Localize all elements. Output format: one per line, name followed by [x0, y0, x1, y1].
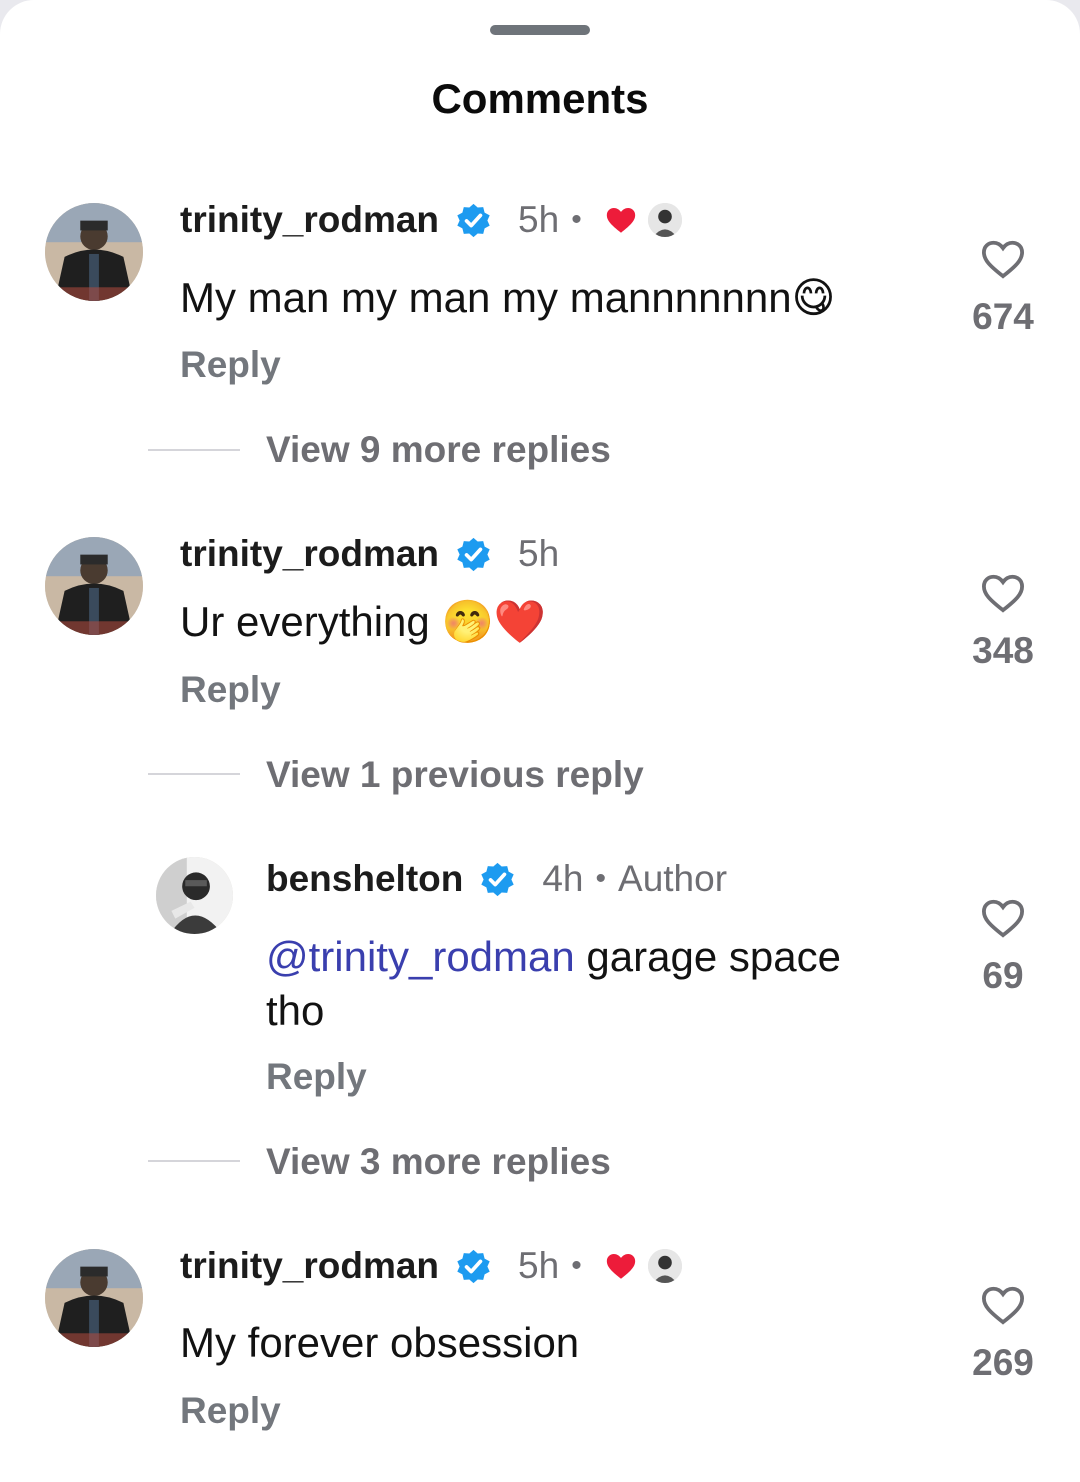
creator-liked-heart-icon — [604, 203, 638, 237]
avatar[interactable] — [156, 857, 233, 934]
like-count: 269 — [972, 1342, 1034, 1383]
reply-text: @trinity_rodman garage space tho — [266, 930, 906, 1038]
separator-dot: • — [595, 862, 607, 895]
creator-avatar-mini — [647, 1249, 682, 1283]
verified-badge-icon — [479, 861, 516, 898]
separator-dot: • — [571, 1249, 582, 1282]
view-previous-reply-button[interactable]: View 1 previous reply — [266, 754, 644, 796]
timestamp: 5h — [518, 533, 560, 574]
comment-meta: trinity_rodman 5h • — [180, 1241, 682, 1291]
view-more-replies-button[interactable]: View 3 more replies — [266, 1141, 611, 1183]
comment-body: Ur everything — [180, 598, 442, 645]
avatar-image — [156, 857, 233, 934]
reply-button[interactable]: Reply — [180, 1390, 281, 1432]
username[interactable]: trinity_rodman — [180, 1245, 439, 1287]
like-heart-icon[interactable] — [980, 897, 1026, 939]
verified-badge-icon — [455, 202, 492, 239]
comment-meta: trinity_rodman 5h • — [180, 195, 682, 245]
avatar[interactable] — [45, 537, 143, 635]
reply-button[interactable]: Reply — [180, 344, 281, 386]
like-control: 69 — [943, 897, 1063, 997]
like-control: 348 — [943, 572, 1063, 672]
comment-body: My man my man my mannnnnnn — [180, 274, 792, 321]
like-count: 674 — [972, 296, 1034, 337]
like-count: 69 — [982, 955, 1024, 996]
avatar[interactable] — [45, 1249, 143, 1347]
thread-line — [148, 1160, 240, 1162]
emoji: 😋 — [791, 273, 836, 322]
avatar-image — [45, 1249, 143, 1347]
verified-badge-icon — [455, 536, 492, 573]
username[interactable]: trinity_rodman — [180, 533, 439, 575]
author-badge: Author — [618, 858, 728, 899]
comments-sheet: Comments trinity_rodman 5h • My man my m… — [0, 0, 1080, 1482]
creator-liked-heart-icon — [604, 1249, 638, 1283]
like-heart-icon[interactable] — [980, 1284, 1026, 1326]
username[interactable]: trinity_rodman — [180, 199, 439, 241]
like-heart-icon[interactable] — [980, 238, 1026, 280]
thread-line — [148, 773, 240, 775]
avatar[interactable] — [45, 203, 143, 301]
comment-text: My forever obsession — [180, 1316, 579, 1370]
thread-line — [148, 449, 240, 451]
like-control: 269 — [943, 1284, 1063, 1384]
reply-meta: benshelton 4h • Author — [266, 854, 727, 904]
timestamp: 5h — [518, 1245, 560, 1286]
username[interactable]: benshelton — [266, 858, 463, 900]
mention-link[interactable]: @trinity_rodman — [266, 933, 575, 980]
avatar-image — [45, 203, 143, 301]
drag-handle[interactable] — [490, 25, 590, 35]
comment-body: My forever obsession — [180, 1319, 580, 1366]
emoji: 🤭❤️ — [441, 597, 547, 646]
avatar-image — [45, 537, 143, 635]
separator-dot: • — [571, 203, 582, 236]
like-control: 674 — [943, 238, 1063, 338]
comment-text: My man my man my mannnnnnn😋 — [180, 271, 835, 325]
view-more-replies-button[interactable]: View 9 more replies — [266, 429, 611, 471]
reply-button[interactable]: Reply — [180, 669, 281, 711]
like-heart-icon[interactable] — [980, 572, 1026, 614]
comment-text: Ur everything 🤭❤️ — [180, 595, 546, 649]
creator-avatar-mini — [647, 203, 682, 237]
sheet-title: Comments — [431, 75, 649, 122]
timestamp: 5h — [518, 199, 560, 240]
verified-badge-icon — [455, 1248, 492, 1285]
timestamp: 4h — [542, 858, 584, 899]
reply-button[interactable]: Reply — [266, 1056, 367, 1098]
comment-meta: trinity_rodman 5h — [180, 529, 559, 579]
like-count: 348 — [972, 630, 1034, 671]
